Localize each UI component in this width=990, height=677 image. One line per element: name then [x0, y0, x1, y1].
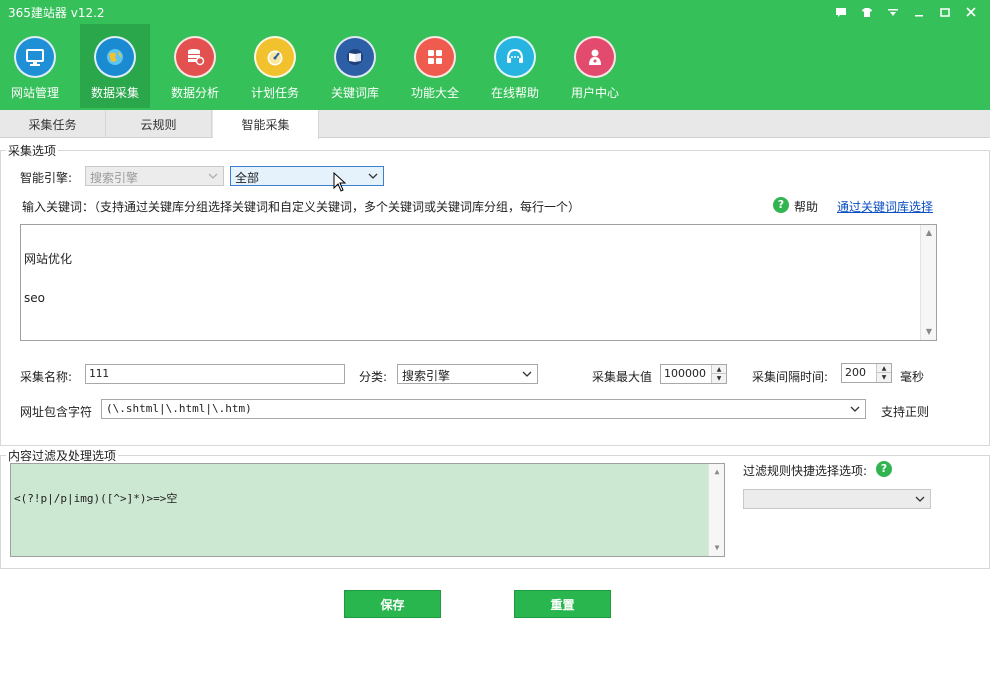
- engine-scope-value: 全部: [235, 171, 260, 185]
- nav-keyword-library[interactable]: 关键词库: [320, 24, 390, 108]
- scroll-up-icon[interactable]: ▲: [709, 464, 725, 480]
- book-icon: [334, 36, 376, 78]
- nav-online-help[interactable]: 在线帮助: [480, 24, 550, 108]
- filter-scrollbar[interactable]: ▲ ▼: [708, 464, 724, 556]
- tab-cloud-rules[interactable]: 云规则: [106, 110, 212, 138]
- window-controls: [828, 2, 984, 22]
- url-pattern-select[interactable]: (\.shtml|\.html|\.htm): [101, 399, 866, 419]
- keyword-line: seo: [24, 291, 45, 305]
- title-bar: 365建站器 v12.2: [0, 0, 990, 24]
- headset-icon: [494, 36, 536, 78]
- engine-select[interactable]: 搜索引擎: [85, 166, 224, 186]
- gauge-icon: [254, 36, 296, 78]
- nav-all-features[interactable]: 功能大全: [400, 24, 470, 108]
- keyword-library-link[interactable]: 通过关键词库选择: [837, 198, 933, 215]
- nav-label: 数据采集: [90, 86, 139, 100]
- keywords-label: 输入关键词：（支持通过关键库分组选择关键词和自定义关键词，多个关键词或关键词库分…: [22, 200, 581, 214]
- sub-tabs: 采集任务 云规则 智能采集: [0, 110, 990, 139]
- save-button[interactable]: 保存: [344, 590, 441, 618]
- nav-site-management[interactable]: 网站管理: [0, 24, 70, 108]
- chevron-down-icon: [208, 173, 218, 179]
- interval-value: 200: [845, 366, 866, 379]
- close-icon[interactable]: [958, 2, 984, 22]
- monitor-icon: [14, 36, 56, 78]
- scroll-up-icon[interactable]: ▲: [921, 225, 937, 241]
- nav-label: 关键词库: [330, 86, 379, 100]
- database-icon: [174, 36, 216, 78]
- engine-scope-select[interactable]: 全部: [230, 166, 384, 186]
- interval-stepper[interactable]: 200 ▲ ▼: [841, 363, 892, 383]
- category-select-value: 搜索引擎: [402, 369, 451, 383]
- engine-label: 智能引擎:: [20, 171, 73, 185]
- tab-collect-tasks[interactable]: 采集任务: [0, 110, 106, 138]
- max-label: 采集最大值: [592, 370, 653, 384]
- nav-label: 用户中心: [570, 86, 619, 100]
- nav-scheduled-tasks[interactable]: 计划任务: [240, 24, 310, 108]
- app-title: 365建站器 v12.2: [8, 6, 105, 20]
- nav-user-center[interactable]: 用户中心: [560, 24, 630, 108]
- mouse-cursor-icon: [333, 172, 346, 192]
- tab-smart-collect[interactable]: 智能采集: [213, 110, 319, 139]
- max-value: 100000: [664, 367, 706, 380]
- chevron-down-icon: [915, 496, 925, 502]
- scroll-down-icon[interactable]: ▼: [709, 540, 725, 556]
- nav-data-collection[interactable]: 数据采集: [80, 24, 150, 108]
- collect-name-label: 采集名称:: [20, 370, 73, 384]
- help-icon[interactable]: ?: [876, 461, 892, 477]
- collect-name-input[interactable]: 111: [85, 364, 345, 384]
- category-label: 分类:: [359, 370, 388, 384]
- url-label: 网址包含字符: [20, 405, 93, 419]
- interval-unit: 毫秒: [900, 370, 925, 384]
- scroll-down-icon[interactable]: ▼: [921, 324, 937, 340]
- keywords-scrollbar[interactable]: ▲ ▼: [920, 225, 936, 340]
- nav-label: 计划任务: [250, 86, 299, 100]
- regex-support-label: 支持正则: [881, 405, 930, 419]
- help-link[interactable]: 帮助: [794, 198, 818, 215]
- chevron-down-icon: [368, 173, 378, 179]
- stepper-arrows[interactable]: ▲ ▼: [876, 364, 891, 382]
- nav-label: 在线帮助: [490, 86, 539, 100]
- interval-label: 采集间隔时间:: [752, 370, 829, 384]
- filter-options-legend: 内容过滤及处理选项: [6, 447, 119, 464]
- max-stepper[interactable]: 100000 ▲ ▼: [660, 364, 727, 384]
- filter-rule-line: <(?!p|/p|img)([^>]*)>=>空: [14, 492, 178, 505]
- reset-button[interactable]: 重置: [514, 590, 611, 618]
- keywords-textarea[interactable]: 网站优化 seo ▲ ▼: [20, 224, 937, 341]
- minimize-icon[interactable]: [906, 2, 932, 22]
- filter-rules-textarea[interactable]: <(?!p|/p|img)([^>]*)>=>空 ▲ ▼: [10, 463, 725, 557]
- engine-select-value: 搜索引擎: [90, 171, 139, 185]
- user-icon: [574, 36, 616, 78]
- chevron-down-icon: [522, 371, 532, 377]
- nav-data-analysis[interactable]: 数据分析: [160, 24, 230, 108]
- category-select[interactable]: 搜索引擎: [397, 364, 538, 384]
- chat-icon[interactable]: [828, 2, 854, 22]
- main-nav: 网站管理 数据采集 数据分析 计划任务 关键词库 功能大全 在线帮助 用户中心: [0, 24, 990, 110]
- keyword-line: 网站优化: [24, 252, 73, 266]
- nav-label: 网站管理: [10, 86, 59, 100]
- quick-filter-select[interactable]: [743, 489, 931, 509]
- nav-label: 数据分析: [170, 86, 219, 100]
- maximize-icon[interactable]: [932, 2, 958, 22]
- globe-icon: [94, 36, 136, 78]
- grid-icon: [414, 36, 456, 78]
- quick-filter-label: 过滤规则快捷选择选项:: [743, 464, 868, 478]
- stepper-arrows[interactable]: ▲ ▼: [711, 365, 726, 383]
- help-icon[interactable]: ?: [773, 197, 789, 213]
- url-pattern-value: (\.shtml|\.html|\.htm): [106, 402, 252, 415]
- collect-options-legend: 采集选项: [6, 142, 59, 159]
- skin-icon[interactable]: [854, 2, 880, 22]
- menu-icon[interactable]: [880, 2, 906, 22]
- nav-label: 功能大全: [410, 86, 459, 100]
- chevron-down-icon: [850, 406, 860, 412]
